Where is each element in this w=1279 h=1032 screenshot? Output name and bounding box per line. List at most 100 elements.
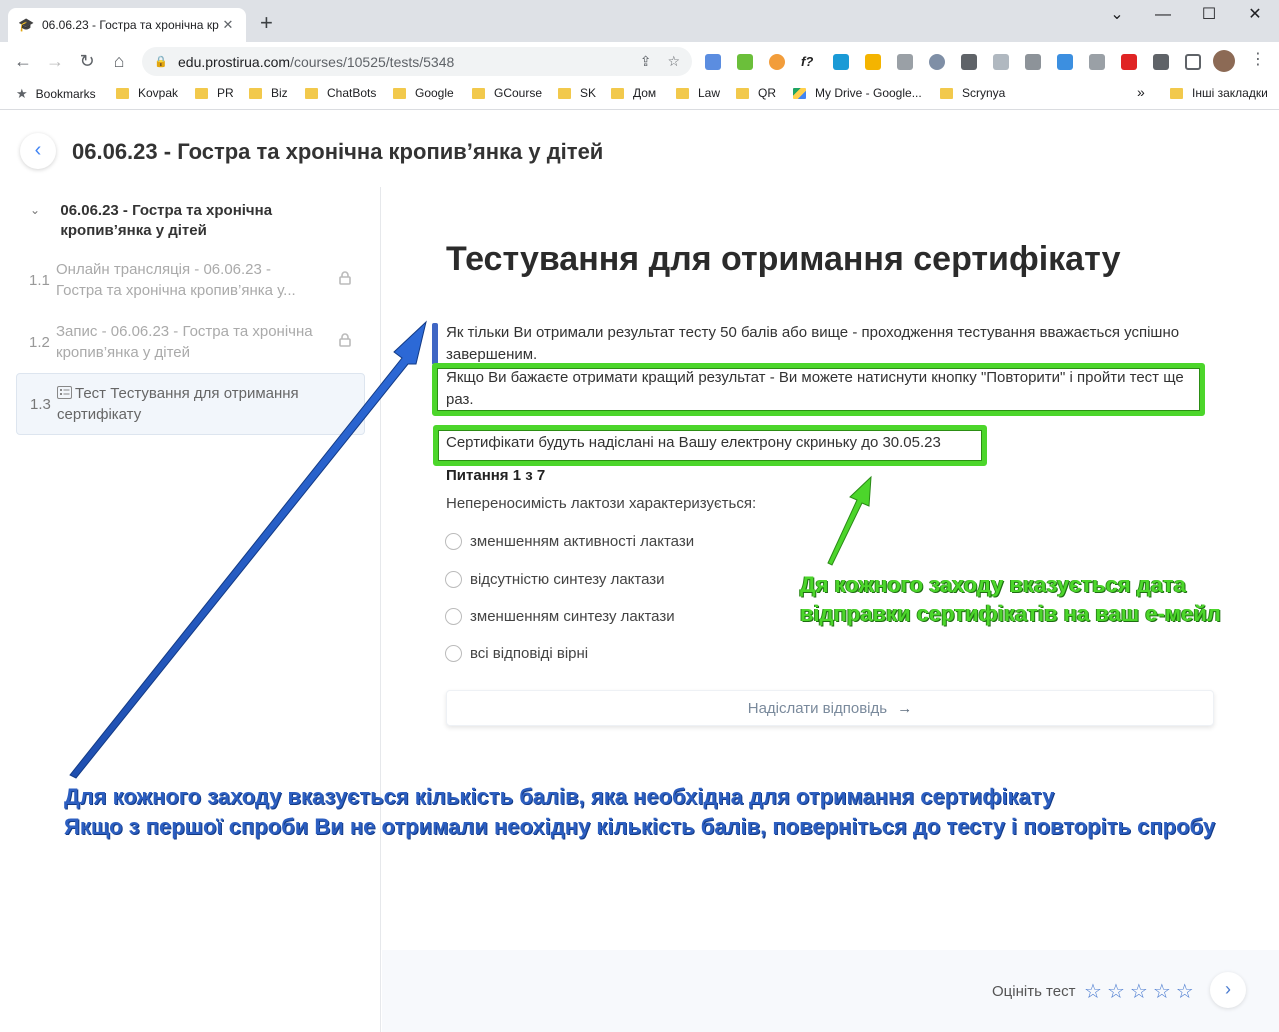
more-bookmarks-button[interactable]: » bbox=[1137, 84, 1145, 100]
bookmark-folder[interactable]: SK bbox=[558, 86, 596, 100]
folder-icon bbox=[472, 87, 485, 99]
lesson-item-1-2[interactable]: 1.2 Запис - 06.06.23 - Гостра та хронічн… bbox=[16, 311, 365, 373]
extension-icon-5[interactable] bbox=[833, 54, 849, 70]
star-rating[interactable]: ☆ ☆ ☆ ☆ ☆ bbox=[1084, 979, 1194, 1004]
bookmarks-item[interactable]: ★ Bookmarks bbox=[16, 86, 96, 102]
extension-icon-14[interactable] bbox=[1121, 54, 1137, 70]
radio-button[interactable] bbox=[445, 533, 462, 550]
submit-answer-button[interactable]: Надіслати відповідь → bbox=[446, 690, 1214, 726]
extension-icon-8[interactable] bbox=[929, 54, 945, 70]
back-arrow-icon[interactable]: ← bbox=[12, 50, 34, 72]
profile-avatar[interactable] bbox=[1213, 50, 1235, 72]
new-tab-button[interactable]: + bbox=[260, 12, 273, 34]
browser-menu-icon[interactable]: ⋮ bbox=[1250, 49, 1266, 69]
bookmark-folder[interactable]: GCourse bbox=[472, 86, 542, 100]
extension-icon-6[interactable] bbox=[865, 54, 881, 70]
camera-icon[interactable] bbox=[1089, 54, 1105, 70]
blue-annotation: Для кожного заходу вказується кількість … bbox=[64, 782, 1215, 842]
star-icon[interactable]: ☆ bbox=[1084, 979, 1102, 1004]
bookmark-star-icon[interactable]: ☆ bbox=[667, 53, 680, 70]
answer-option[interactable]: зменшенням синтезу лактази bbox=[445, 608, 675, 625]
green-annotation-line-1: Дя кожного заходу вказується дата bbox=[800, 572, 1187, 597]
bookmark-google-drive[interactable]: My Drive - Google... bbox=[793, 86, 922, 100]
bookmark-folder[interactable]: Kovpak bbox=[116, 86, 178, 100]
browser-tab[interactable]: 🎓 06.06.23 - Гостра та хронічна кр ✕ bbox=[8, 8, 246, 42]
bookmark-folder[interactable]: Law bbox=[676, 86, 720, 100]
test-title: Тестування для отримання сертифікату bbox=[446, 240, 1121, 278]
lesson-number: 1.1 bbox=[29, 271, 50, 289]
reload-icon[interactable]: ↻ bbox=[76, 50, 98, 72]
folder-icon bbox=[393, 87, 406, 99]
green-annotation-line-2: відправки сертифікатів на ваш е-мейл bbox=[800, 601, 1221, 626]
extension-icon-3[interactable] bbox=[769, 54, 785, 70]
extension-icon-2[interactable] bbox=[737, 54, 753, 70]
puzzle-extensions-icon[interactable] bbox=[1153, 54, 1169, 70]
radio-button[interactable] bbox=[445, 645, 462, 662]
arrow-right-icon: → bbox=[897, 700, 913, 717]
tab-search-chevron-icon[interactable]: ⌄ bbox=[1094, 4, 1140, 28]
test-list-icon bbox=[57, 386, 72, 399]
blue-annotation-line-1: Для кожного заходу вказується кількість … bbox=[64, 784, 1055, 809]
answer-option[interactable]: відсутністю синтезу лактази bbox=[445, 571, 665, 588]
star-icon[interactable]: ☆ bbox=[1176, 979, 1194, 1004]
star-icon: ★ bbox=[16, 86, 28, 101]
browser-tab-strip: 🎓 06.06.23 - Гостра та хронічна кр ✕ + ⌄… bbox=[0, 0, 1279, 42]
lesson-prefix: Тест bbox=[75, 385, 107, 402]
browser-toolbar: ← → ↻ ⌂ 🔒 edu.prostirua.com/courses/1052… bbox=[0, 42, 1279, 80]
chevron-down-icon: ⌄ bbox=[30, 203, 41, 217]
lesson-sidebar: ⌄ 06.06.23 - Гостра та хронічна кропив’я… bbox=[0, 187, 381, 1032]
extension-icon-11[interactable] bbox=[1025, 54, 1041, 70]
extension-icon-1[interactable] bbox=[705, 54, 721, 70]
other-bookmarks-folder[interactable]: Інші закладки bbox=[1170, 86, 1268, 100]
minimize-button[interactable]: — bbox=[1140, 4, 1186, 28]
star-icon[interactable]: ☆ bbox=[1153, 979, 1171, 1004]
bookmark-folder[interactable]: Дом bbox=[611, 86, 656, 100]
rate-test-label: Оцініть тест bbox=[992, 983, 1076, 1000]
lesson-item-1-1[interactable]: 1.1 Онлайн трансляція - 06.06.23 - Гостр… bbox=[16, 249, 365, 311]
side-panel-icon[interactable] bbox=[1185, 54, 1201, 70]
folder-icon bbox=[940, 87, 953, 99]
star-icon[interactable]: ☆ bbox=[1107, 979, 1125, 1004]
section-title: 06.06.23 - Гостра та хронічна кропив’янк… bbox=[60, 202, 273, 239]
formula-extension-icon[interactable]: f? bbox=[801, 54, 817, 70]
bookmark-folder[interactable]: PR bbox=[195, 86, 234, 100]
next-chevron-button[interactable]: › bbox=[1210, 972, 1246, 1008]
question-number: Питання 1 з 7 bbox=[446, 467, 546, 484]
blue-annotation-line-2: Якщо з першої спроби Ви не отримали неох… bbox=[64, 814, 1216, 839]
folder-icon bbox=[676, 87, 689, 99]
extension-icon-12[interactable] bbox=[1057, 54, 1073, 70]
extension-icon-7[interactable] bbox=[897, 54, 913, 70]
section-header[interactable]: ⌄ 06.06.23 - Гостра та хронічна кропив’я… bbox=[30, 201, 350, 241]
shield-extension-icon[interactable] bbox=[993, 54, 1009, 70]
folder-icon bbox=[305, 87, 318, 99]
lesson-label: Запис - 06.06.23 - Гостра та хронічна кр… bbox=[56, 323, 313, 361]
facebook-extension-icon[interactable] bbox=[961, 54, 977, 70]
bookmark-folder[interactable]: Biz bbox=[249, 86, 288, 100]
rating-footer: Оцініть тест ☆ ☆ ☆ ☆ ☆ › bbox=[382, 950, 1279, 1032]
certificate-date-note: Сертифікати будуть надіслані на Вашу еле… bbox=[446, 434, 941, 451]
answer-option[interactable]: всі відповіді вірні bbox=[445, 645, 588, 662]
share-icon[interactable]: ⇪ bbox=[640, 53, 652, 70]
google-drive-icon bbox=[793, 87, 806, 99]
maximize-button[interactable]: ☐ bbox=[1186, 4, 1232, 28]
radio-button[interactable] bbox=[445, 608, 462, 625]
address-bar[interactable]: 🔒 edu.prostirua.com/courses/10525/tests/… bbox=[142, 47, 692, 76]
close-tab-icon[interactable]: ✕ bbox=[220, 17, 236, 33]
bookmark-folder[interactable]: Google bbox=[393, 86, 454, 100]
bookmark-folder[interactable]: Scrynya bbox=[940, 86, 1005, 100]
lesson-label: Онлайн трансляція - 06.06.23 - Гостра та… bbox=[56, 261, 296, 299]
close-window-button[interactable]: ✕ bbox=[1232, 4, 1278, 28]
bookmarks-bar: ★ Bookmarks Kovpak PR Biz ChatBots Google… bbox=[0, 80, 1279, 110]
answer-option[interactable]: зменшенням активності лактази bbox=[445, 533, 694, 550]
home-icon[interactable]: ⌂ bbox=[108, 50, 130, 72]
radio-button[interactable] bbox=[445, 571, 462, 588]
back-chevron-button[interactable]: ‹ bbox=[20, 133, 56, 169]
page-title: 06.06.23 - Гостра та хронічна кропив’янк… bbox=[72, 139, 604, 164]
bookmark-folder[interactable]: ChatBots bbox=[305, 86, 376, 100]
bookmark-folder[interactable]: QR bbox=[736, 86, 776, 100]
folder-icon bbox=[558, 87, 571, 99]
lesson-item-1-3[interactable]: 1.3 Тест Тестування для отримання сертиф… bbox=[16, 373, 365, 435]
star-icon[interactable]: ☆ bbox=[1130, 979, 1148, 1004]
forward-arrow-icon[interactable]: → bbox=[44, 50, 66, 72]
folder-icon bbox=[736, 87, 749, 99]
